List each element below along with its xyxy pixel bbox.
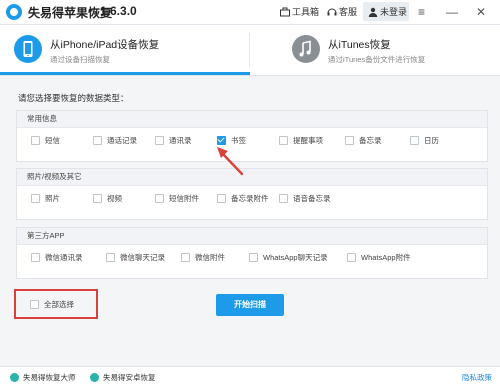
mode-itunes-subtitle: 通过iTunes备份文件进行恢复 <box>328 55 426 64</box>
option-label: 通话记录 <box>107 136 137 145</box>
option-contacts[interactable]: 通讯录 <box>155 135 192 146</box>
checkbox[interactable] <box>93 136 102 145</box>
option-label: 微信通讯录 <box>45 253 83 262</box>
menu-icon[interactable]: ≡ <box>418 4 425 20</box>
footer: 失易得恢复大师 失易得安卓恢复 隐私政策 <box>0 366 500 387</box>
option-wechat-attachments[interactable]: 微信附件 <box>181 252 225 263</box>
option-wechat-chats[interactable]: 微信聊天记录 <box>106 252 165 263</box>
option-label: 微信附件 <box>195 253 225 262</box>
title-bar: 失易得苹果恢复 1.6.3.0 工具箱 客服 未登录 ≡ — ✕ <box>0 0 500 25</box>
mode-itunes-recovery[interactable]: 从iTunes恢复 通过iTunes备份文件进行恢复 <box>278 25 500 73</box>
headset-icon <box>327 8 337 15</box>
option-notes-attachments[interactable]: 备忘录附件 <box>217 193 269 204</box>
checkbox[interactable] <box>106 253 115 262</box>
select-all-label: 全部选择 <box>44 300 74 309</box>
option-sms[interactable]: 短信 <box>31 135 60 146</box>
option-label: 通讯录 <box>169 136 192 145</box>
checkbox[interactable] <box>31 136 40 145</box>
itunes-music-icon <box>292 35 320 63</box>
option-label: 备忘录附件 <box>231 194 269 203</box>
checkbox[interactable] <box>249 253 258 262</box>
section-media-other: 照片/视频及其它 照片 视频 短信附件 备忘录附件 语音备忘录 <box>16 168 488 220</box>
data-type-prompt: 请您选择要恢复的数据类型： <box>18 93 129 103</box>
checkbox[interactable] <box>155 136 164 145</box>
option-reminders[interactable]: 提醒事项 <box>279 135 323 146</box>
android-recovery-icon <box>90 373 99 382</box>
checkbox[interactable] <box>93 194 102 203</box>
app-logo-icon <box>6 4 22 20</box>
option-calendar[interactable]: 日历 <box>410 135 439 146</box>
mode-device-recovery[interactable]: 从iPhone/iPad设备恢复 通过设备扫描恢复 <box>0 25 250 75</box>
option-label: 照片 <box>45 194 60 203</box>
privacy-policy-link[interactable]: 隐私政策 <box>462 372 492 383</box>
close-icon[interactable]: ✕ <box>476 4 486 20</box>
toolbox-label: 工具箱 <box>292 7 320 17</box>
footer-link-label: 失易得恢复大师 <box>23 373 76 382</box>
section-header: 常用信息 <box>17 111 487 128</box>
option-whatsapp-chats[interactable]: WhatsApp聊天记录 <box>249 252 328 263</box>
option-label: 语音备忘录 <box>293 194 331 203</box>
checkbox[interactable] <box>155 194 164 203</box>
checkbox[interactable] <box>347 253 356 262</box>
select-all-option[interactable]: 全部选择 <box>30 299 74 310</box>
footer-link-recovery-master[interactable]: 失易得恢复大师 <box>10 372 76 383</box>
option-label: 备忘录 <box>359 136 382 145</box>
select-all-checkbox[interactable] <box>30 300 39 309</box>
option-whatsapp-attachments[interactable]: WhatsApp附件 <box>347 252 411 263</box>
option-label: 视频 <box>107 194 122 203</box>
recovery-master-icon <box>10 373 19 382</box>
checkbox[interactable] <box>279 194 288 203</box>
footer-link-android-recovery[interactable]: 失易得安卓恢复 <box>90 372 156 383</box>
option-label: 短信附件 <box>169 194 199 203</box>
option-photos[interactable]: 照片 <box>31 193 60 204</box>
service-button[interactable]: 客服 <box>327 5 357 18</box>
annotation-arrow-icon <box>217 147 244 176</box>
mode-device-subtitle: 通过设备扫描恢复 <box>50 55 110 64</box>
option-label: 短信 <box>45 136 60 145</box>
option-call-log[interactable]: 通话记录 <box>93 135 137 146</box>
toolbox-button[interactable]: 工具箱 <box>280 5 319 18</box>
section-common-info: 常用信息 短信 通话记录 通讯录 书签 提醒事项 备忘录 日历 <box>16 110 488 162</box>
option-sms-attachments[interactable]: 短信附件 <box>155 193 199 204</box>
option-label: 日历 <box>424 136 439 145</box>
option-notes[interactable]: 备忘录 <box>345 135 382 146</box>
option-wechat-contacts[interactable]: 微信通讯录 <box>31 252 83 263</box>
user-label: 未登录 <box>380 7 408 17</box>
phone-icon <box>14 35 42 63</box>
minimize-icon[interactable]: — <box>446 4 458 20</box>
checkbox[interactable] <box>345 136 354 145</box>
mode-bar: 从iPhone/iPad设备恢复 通过设备扫描恢复 从iTunes恢复 通过iT… <box>0 25 500 76</box>
footer-link-label: 失易得安卓恢复 <box>103 373 156 382</box>
mode-device-title: 从iPhone/iPad设备恢复 <box>50 39 160 51</box>
option-label: WhatsApp附件 <box>361 253 411 262</box>
checkbox[interactable] <box>31 253 40 262</box>
checkbox[interactable] <box>181 253 190 262</box>
app-version: 1.6.3.0 <box>100 4 137 18</box>
checkbox[interactable] <box>279 136 288 145</box>
checkbox[interactable] <box>31 194 40 203</box>
section-header: 第三方APP <box>17 228 487 245</box>
toolbox-icon <box>280 7 290 16</box>
user-status: 未登录 <box>368 5 407 18</box>
checkbox[interactable] <box>217 194 226 203</box>
user-icon <box>368 7 378 17</box>
option-videos[interactable]: 视频 <box>93 193 122 204</box>
section-third-party-apps: 第三方APP 微信通讯录 微信聊天记录 微信附件 WhatsApp聊天记录 Wh… <box>16 227 488 279</box>
section-header: 照片/视频及其它 <box>17 169 487 186</box>
option-label: 微信聊天记录 <box>120 253 165 262</box>
option-label: WhatsApp聊天记录 <box>263 253 328 262</box>
option-label: 提醒事项 <box>293 136 323 145</box>
checkbox[interactable] <box>410 136 419 145</box>
start-scan-button[interactable]: 开始扫描 <box>216 294 284 316</box>
mode-itunes-title: 从iTunes恢复 <box>328 39 391 51</box>
service-label: 客服 <box>339 7 358 17</box>
option-voice-memos[interactable]: 语音备忘录 <box>279 193 331 204</box>
mode-divider <box>249 33 250 67</box>
